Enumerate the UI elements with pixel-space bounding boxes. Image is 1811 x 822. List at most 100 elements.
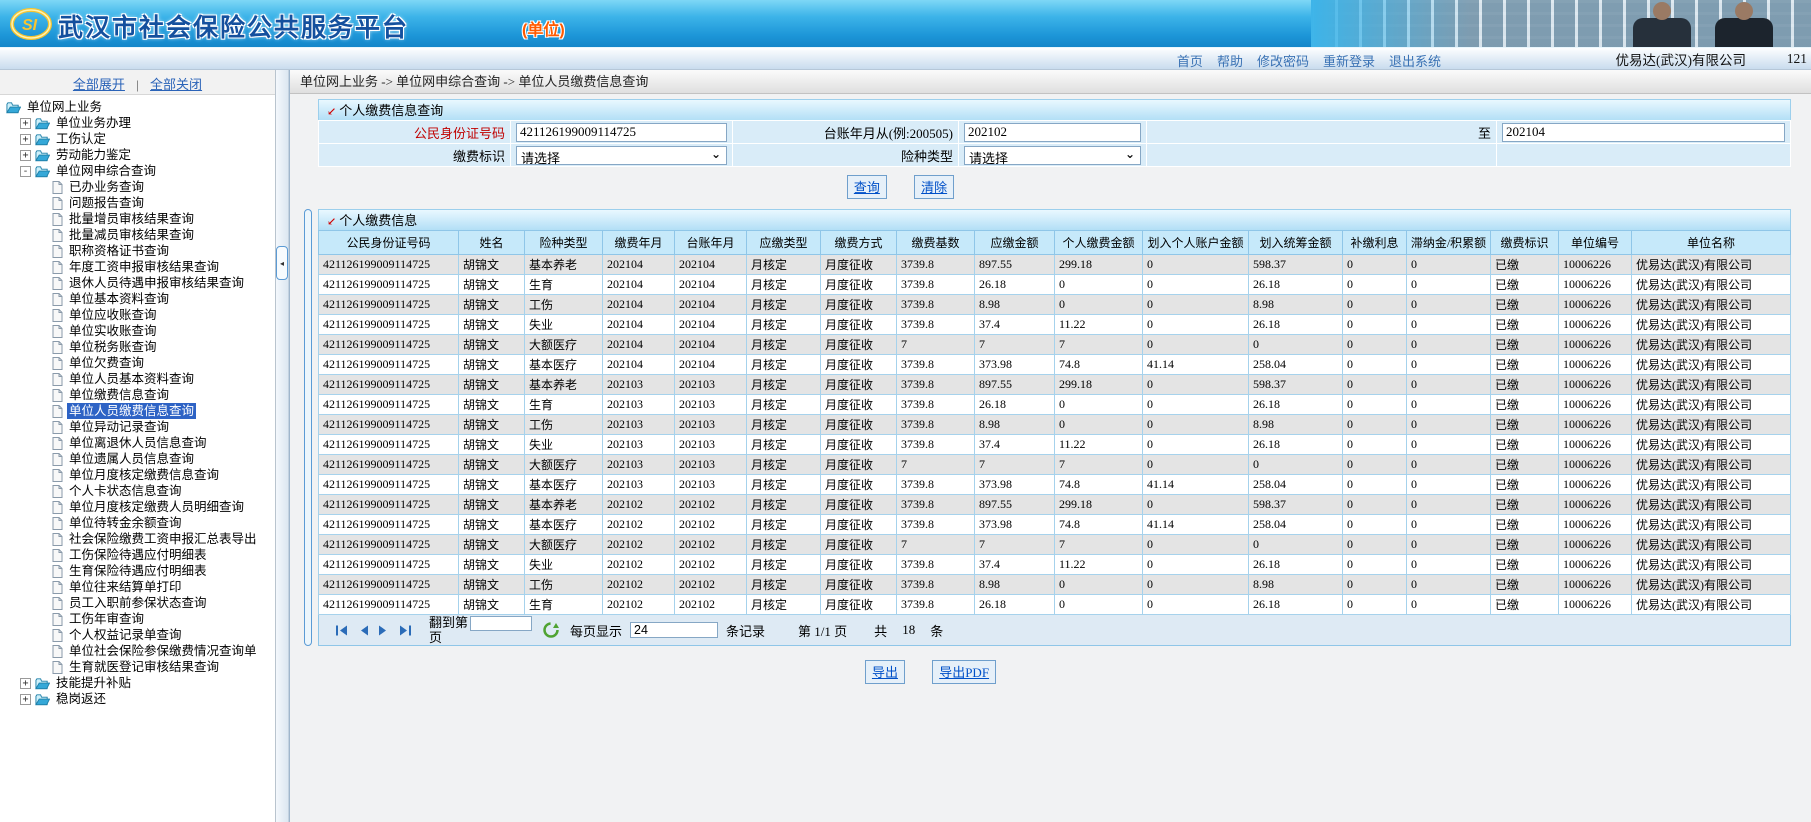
total-suffix: 条	[930, 621, 943, 640]
expand-plus-icon[interactable]: +	[20, 678, 31, 689]
expand-plus-icon[interactable]: +	[20, 694, 31, 705]
sidebar-item[interactable]: 生育就医登记审核结果查询	[0, 659, 275, 675]
table-cell: 10006226	[1559, 515, 1632, 535]
sidebar-item[interactable]: 生育保险待遇应付明细表	[0, 563, 275, 579]
nav-link[interactable]: 首页	[1177, 54, 1203, 69]
expand-all-link[interactable]: 全部展开	[73, 77, 125, 92]
sidebar-item[interactable]: 工伤年审查询	[0, 611, 275, 627]
export-button[interactable]: 导出	[865, 660, 905, 684]
pay-flag-select[interactable]: 请选择⌄	[516, 146, 727, 165]
sidebar-item[interactable]: 单位社会保险参保缴费情况查询单	[0, 643, 275, 659]
sidebar-item[interactable]: 单位欠费查询	[0, 355, 275, 371]
sidebar-collapse-handle[interactable]: ◂	[276, 246, 288, 280]
sidebar-item[interactable]: 已办业务查询	[0, 179, 275, 195]
sidebar-item[interactable]: 单位人员基本资料查询	[0, 371, 275, 387]
period-to-input[interactable]	[1502, 123, 1785, 142]
sidebar-item[interactable]: 单位网上业务	[0, 99, 275, 115]
sidebar-item[interactable]: 单位应收账查询	[0, 307, 275, 323]
svg-text:SI: SI	[22, 17, 38, 34]
next-page-icon[interactable]	[378, 625, 389, 636]
goto-page-input[interactable]	[470, 616, 532, 631]
table-cell: 0	[1407, 255, 1491, 275]
table-cell: 月度征收	[821, 535, 897, 555]
table-cell: 基本医疗	[525, 355, 603, 375]
sidebar-item[interactable]: 单位实收账查询	[0, 323, 275, 339]
table-cell: 897.55	[975, 375, 1055, 395]
per-page-input[interactable]	[630, 622, 718, 638]
clear-button[interactable]: 清除	[914, 175, 954, 199]
sidebar-item[interactable]: 单位离退休人员信息查询	[0, 435, 275, 451]
table-cell: 421126199009114725	[319, 455, 459, 475]
nav-link[interactable]: 重新登录	[1323, 54, 1375, 69]
sidebar-item[interactable]: -单位网申综合查询	[0, 163, 275, 179]
sidebar-item[interactable]: 个人卡状态信息查询	[0, 483, 275, 499]
table-cell: 月核定	[747, 255, 821, 275]
period-from-input[interactable]	[964, 123, 1141, 142]
sidebar-item[interactable]: 个人权益记录单查询	[0, 627, 275, 643]
expand-plus-icon[interactable]: +	[20, 134, 31, 145]
sidebar-item[interactable]: 社会保险缴费工资申报汇总表导出	[0, 531, 275, 547]
query-button[interactable]: 查询	[847, 175, 887, 199]
table-cell: 7	[1055, 335, 1143, 355]
sidebar-item[interactable]: + 工伤认定	[0, 131, 275, 147]
export-pdf-button[interactable]: 导出PDF	[932, 660, 996, 684]
sidebar-item[interactable]: 年度工资申报审核结果查询	[0, 259, 275, 275]
sidebar-item[interactable]: 单位遗属人员信息查询	[0, 451, 275, 467]
table-cell: 月核定	[747, 475, 821, 495]
table-cell: 0	[1143, 495, 1249, 515]
sidebar-item[interactable]: 单位往来结算单打印	[0, 579, 275, 595]
collapse-minus-icon[interactable]: -	[20, 166, 31, 177]
sidebar-item[interactable]: 单位月度核定缴费人员明细查询	[0, 499, 275, 515]
sidebar-item[interactable]: 工伤保险待遇应付明细表	[0, 547, 275, 563]
sidebar-item[interactable]: 单位基本资料查询	[0, 291, 275, 307]
sidebar-item[interactable]: 单位缴费信息查询	[0, 387, 275, 403]
table-cell: 工伤	[525, 415, 603, 435]
refresh-icon[interactable]	[543, 622, 559, 638]
table-row: 421126199009114725胡锦文基本养老202102202102月核定…	[319, 495, 1791, 515]
sidebar-item[interactable]: 单位月度核定缴费信息查询	[0, 467, 275, 483]
ins-type-select[interactable]: 请选择⌄	[964, 146, 1141, 165]
sidebar-item[interactable]: 单位异动记录查询	[0, 419, 275, 435]
sidebar-item[interactable]: 职称资格证书查询	[0, 243, 275, 259]
table-cell: 0	[1407, 315, 1491, 335]
id-number-input[interactable]	[516, 123, 727, 142]
sidebar-item[interactable]: 单位人员缴费信息查询	[0, 403, 275, 419]
sidebar-item[interactable]: +劳动能力鉴定	[0, 147, 275, 163]
sidebar-item-label: 工伤认定	[54, 131, 108, 147]
table-cell: 月核定	[747, 555, 821, 575]
table-cell: 月核定	[747, 295, 821, 315]
sidebar-item[interactable]: 员工入职前参保状态查询	[0, 595, 275, 611]
sidebar-item[interactable]: 单位待转金余额查询	[0, 515, 275, 531]
table-cell: 10006226	[1559, 255, 1632, 275]
table-cell: 已缴	[1491, 375, 1559, 395]
expand-plus-icon[interactable]: +	[20, 118, 31, 129]
sidebar-item[interactable]: +技能提升补贴	[0, 675, 275, 691]
table-cell: 0	[1143, 435, 1249, 455]
prev-page-icon[interactable]	[358, 625, 369, 636]
sidebar-item[interactable]: 退休人员待遇申报审核结果查询	[0, 275, 275, 291]
sidebar-item[interactable]: +单位业务办理	[0, 115, 275, 131]
last-page-icon[interactable]	[398, 625, 412, 636]
sidebar-item-label: 批量增员审核结果查询	[67, 211, 196, 227]
nav-link[interactable]: 退出系统	[1389, 54, 1441, 69]
sidebar-item[interactable]: 问题报告查询	[0, 195, 275, 211]
first-page-icon[interactable]	[335, 625, 349, 636]
table-row: 421126199009114725胡锦文生育202104202104月核定月度…	[319, 275, 1791, 295]
table-cell: 已缴	[1491, 435, 1559, 455]
sidebar-item[interactable]: 批量减员审核结果查询	[0, 227, 275, 243]
nav-link[interactable]: 帮助	[1217, 54, 1243, 69]
sidebar-item[interactable]: 单位税务账查询	[0, 339, 275, 355]
expand-plus-icon[interactable]: +	[20, 150, 31, 161]
table-cell: 10006226	[1559, 395, 1632, 415]
sidebar-item[interactable]: +稳岗返还	[0, 691, 275, 707]
header-photo	[1311, 0, 1811, 48]
table-cell: 0	[1343, 495, 1407, 515]
collapse-all-link[interactable]: 全部关闭	[150, 77, 202, 92]
sidebar-item-label: 单位人员缴费信息查询	[67, 403, 196, 419]
nav-link[interactable]: 修改密码	[1257, 54, 1309, 69]
sidebar-item[interactable]: 批量增员审核结果查询	[0, 211, 275, 227]
sidebar-item-label: 单位离退休人员信息查询	[67, 435, 209, 451]
table-cell: 0	[1055, 275, 1143, 295]
table-cell: 421126199009114725	[319, 515, 459, 535]
table-cell: 优易达(武汉)有限公司	[1632, 295, 1791, 315]
